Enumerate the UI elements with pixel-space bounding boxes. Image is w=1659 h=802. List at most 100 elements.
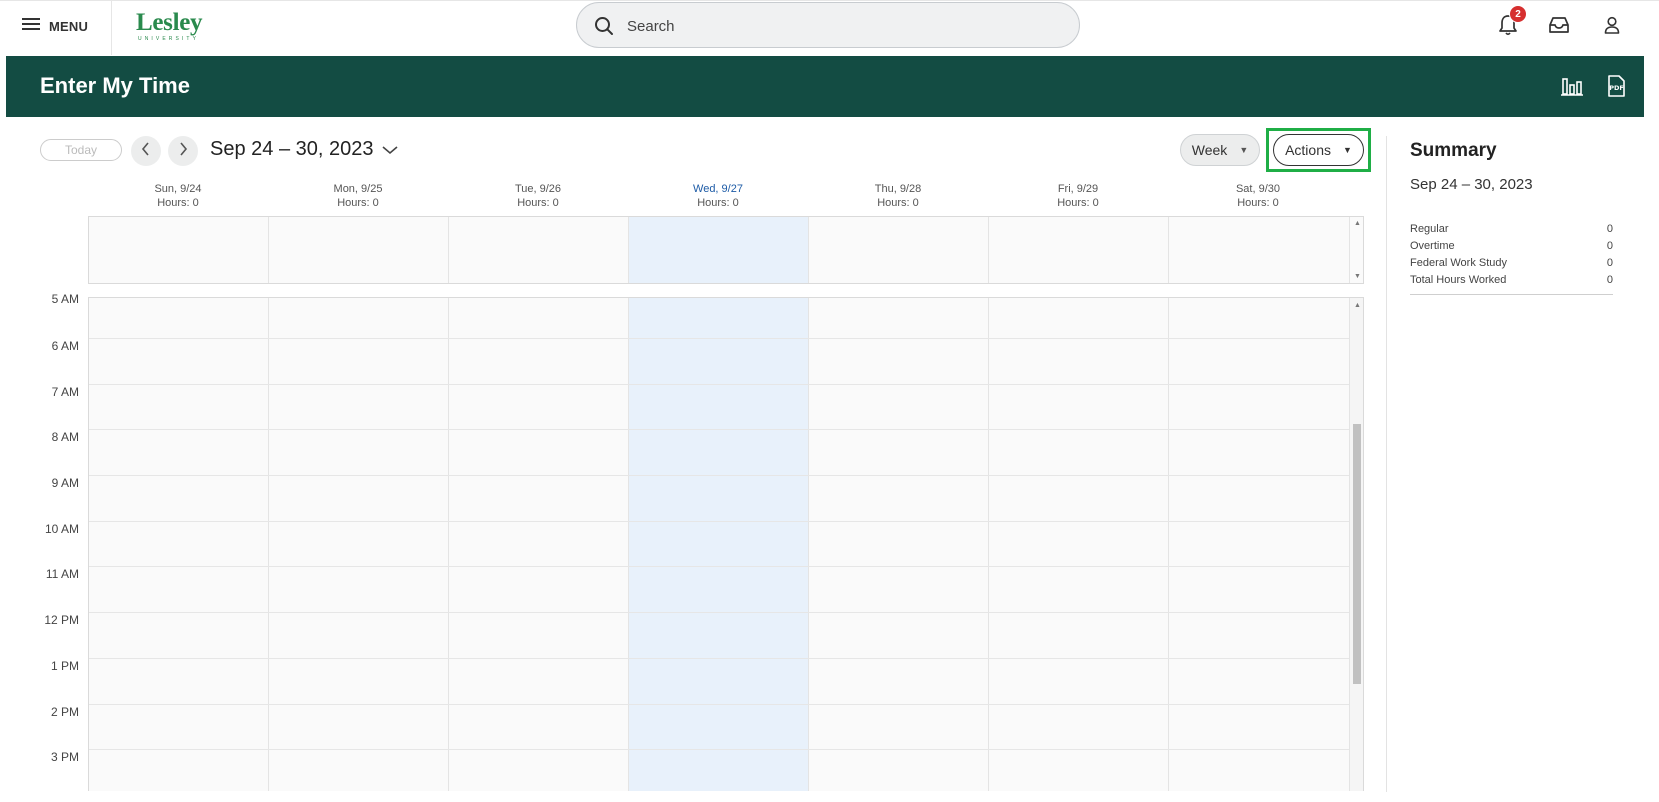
summary-row-federal-work-study: Federal Work Study 0 bbox=[1410, 257, 1613, 269]
view-select-label: Week bbox=[1191, 142, 1228, 158]
chevron-right-icon bbox=[178, 141, 188, 161]
day-header-sat[interactable]: Sat, 9/30 Hours: 0 bbox=[1168, 182, 1348, 210]
day-column-sun[interactable] bbox=[89, 298, 269, 791]
hour-label: 9 AM bbox=[51, 476, 79, 490]
all-day-cell[interactable] bbox=[269, 217, 449, 283]
day-label: Thu, 9/28 bbox=[874, 183, 922, 195]
actions-button[interactable]: Actions ▼ bbox=[1273, 134, 1364, 166]
day-column-thu[interactable] bbox=[809, 298, 989, 791]
hour-label: 5 AM bbox=[51, 292, 79, 306]
inbox-button[interactable] bbox=[1546, 14, 1572, 40]
summary-label: Total Hours Worked bbox=[1410, 274, 1507, 286]
day-column-wed[interactable] bbox=[629, 298, 809, 791]
all-day-cell[interactable] bbox=[809, 217, 989, 283]
search-bar[interactable] bbox=[576, 2, 1080, 48]
user-icon bbox=[1604, 16, 1620, 39]
day-hours: Hours: 0 bbox=[1237, 197, 1279, 209]
notification-count-badge: 2 bbox=[1509, 5, 1527, 23]
summary-title: Summary bbox=[1410, 140, 1497, 161]
hour-label: 3 PM bbox=[50, 750, 79, 764]
logo-wordmark: Lesley bbox=[136, 9, 203, 36]
hour-gridline bbox=[89, 658, 1351, 659]
day-label: Sun, 9/24 bbox=[154, 183, 202, 195]
day-hours: Hours: 0 bbox=[1057, 197, 1099, 209]
lesley-logo[interactable]: Lesley UNIVERSITY bbox=[136, 9, 222, 43]
date-range-label: Sep 24 – 30, 2023 bbox=[210, 138, 374, 160]
day-column-tue[interactable] bbox=[449, 298, 629, 791]
divider bbox=[111, 1, 112, 55]
hour-label: 11 AM bbox=[45, 567, 79, 581]
summary-value: 0 bbox=[1606, 240, 1613, 252]
day-label: Fri, 9/29 bbox=[1057, 183, 1099, 195]
hour-gridline bbox=[89, 429, 1351, 430]
chevron-down-icon bbox=[382, 138, 399, 161]
hour-gridline bbox=[89, 475, 1351, 476]
all-day-cell[interactable] bbox=[989, 217, 1169, 283]
page-header-band: Enter My Time PDF bbox=[6, 56, 1644, 117]
scrollbar-thumb[interactable] bbox=[1353, 424, 1361, 684]
all-day-cell-today[interactable] bbox=[629, 217, 809, 283]
hour-gridline bbox=[89, 521, 1351, 522]
day-hours: Hours: 0 bbox=[337, 197, 379, 209]
hour-label: 1 PM bbox=[50, 659, 79, 673]
scroll-down-icon[interactable]: ▼ bbox=[1354, 273, 1361, 280]
day-header-wed[interactable]: Wed, 9/27 Hours: 0 bbox=[628, 182, 808, 210]
pdf-icon[interactable]: PDF bbox=[1604, 74, 1628, 98]
hour-gridline bbox=[89, 566, 1351, 567]
global-header: MENU Lesley UNIVERSITY 2 bbox=[0, 0, 1659, 55]
time-grid-scrollbar[interactable]: ▲ bbox=[1349, 298, 1363, 791]
all-day-row: ▲ ▼ bbox=[88, 216, 1364, 284]
day-column-mon[interactable] bbox=[269, 298, 449, 791]
scroll-up-icon[interactable]: ▲ bbox=[1354, 302, 1361, 309]
summary-date-range: Sep 24 – 30, 2023 bbox=[1410, 176, 1533, 193]
day-column-sat[interactable] bbox=[1169, 298, 1351, 791]
hour-label: 7 AM bbox=[51, 385, 79, 399]
menu-button[interactable]: MENU bbox=[22, 15, 88, 37]
all-day-cell[interactable] bbox=[89, 217, 269, 283]
view-select-week[interactable]: Week ▼ bbox=[1180, 134, 1260, 166]
day-header-sun[interactable]: Sun, 9/24 Hours: 0 bbox=[88, 182, 268, 210]
all-day-scrollbar[interactable]: ▲ ▼ bbox=[1349, 217, 1363, 283]
day-column-fri[interactable] bbox=[989, 298, 1169, 791]
chevron-left-icon bbox=[141, 141, 151, 161]
page-title: Enter My Time bbox=[40, 73, 190, 98]
summary-rule bbox=[1410, 294, 1613, 295]
today-button[interactable]: Today bbox=[40, 139, 122, 161]
previous-week-button[interactable] bbox=[131, 136, 161, 166]
day-hours: Hours: 0 bbox=[517, 197, 559, 209]
hour-label: 6 AM bbox=[51, 339, 79, 353]
date-range-picker[interactable]: Sep 24 – 30, 2023 bbox=[210, 138, 399, 161]
scroll-up-icon[interactable]: ▲ bbox=[1354, 220, 1361, 227]
next-week-button[interactable] bbox=[168, 136, 198, 166]
search-input[interactable] bbox=[627, 16, 1047, 36]
hour-gridline bbox=[89, 704, 1351, 705]
caret-down-icon: ▼ bbox=[1343, 145, 1352, 155]
all-day-cell[interactable] bbox=[449, 217, 629, 283]
day-header-fri[interactable]: Fri, 9/29 Hours: 0 bbox=[988, 182, 1168, 210]
inbox-icon bbox=[1548, 16, 1570, 39]
day-label: Sat, 9/30 bbox=[1235, 183, 1281, 195]
logo-subtitle: UNIVERSITY bbox=[138, 36, 200, 42]
summary-label: Overtime bbox=[1410, 240, 1455, 252]
search-icon bbox=[594, 16, 614, 41]
all-day-cell[interactable] bbox=[1169, 217, 1351, 283]
summary-divider bbox=[1386, 136, 1387, 792]
day-header-thu[interactable]: Thu, 9/28 Hours: 0 bbox=[808, 182, 988, 210]
bar-chart-icon[interactable] bbox=[1560, 74, 1584, 98]
actions-label: Actions bbox=[1285, 142, 1331, 158]
svg-text:PDF: PDF bbox=[1609, 84, 1624, 92]
hour-gridline bbox=[89, 612, 1351, 613]
hour-label: 2 PM bbox=[50, 705, 79, 719]
hour-label: 12 PM bbox=[44, 613, 79, 627]
day-header-tue[interactable]: Tue, 9/26 Hours: 0 bbox=[448, 182, 628, 210]
summary-row-regular: Regular 0 bbox=[1410, 223, 1613, 235]
hour-gridline bbox=[89, 338, 1351, 339]
summary-value: 0 bbox=[1606, 274, 1613, 286]
day-label: Mon, 9/25 bbox=[333, 183, 383, 195]
day-label: Wed, 9/27 bbox=[693, 183, 743, 195]
hour-label: 10 AM bbox=[44, 522, 79, 536]
profile-button[interactable] bbox=[1599, 14, 1625, 40]
day-hours: Hours: 0 bbox=[877, 197, 919, 209]
day-header-mon[interactable]: Mon, 9/25 Hours: 0 bbox=[268, 182, 448, 210]
summary-value: 0 bbox=[1606, 223, 1613, 235]
